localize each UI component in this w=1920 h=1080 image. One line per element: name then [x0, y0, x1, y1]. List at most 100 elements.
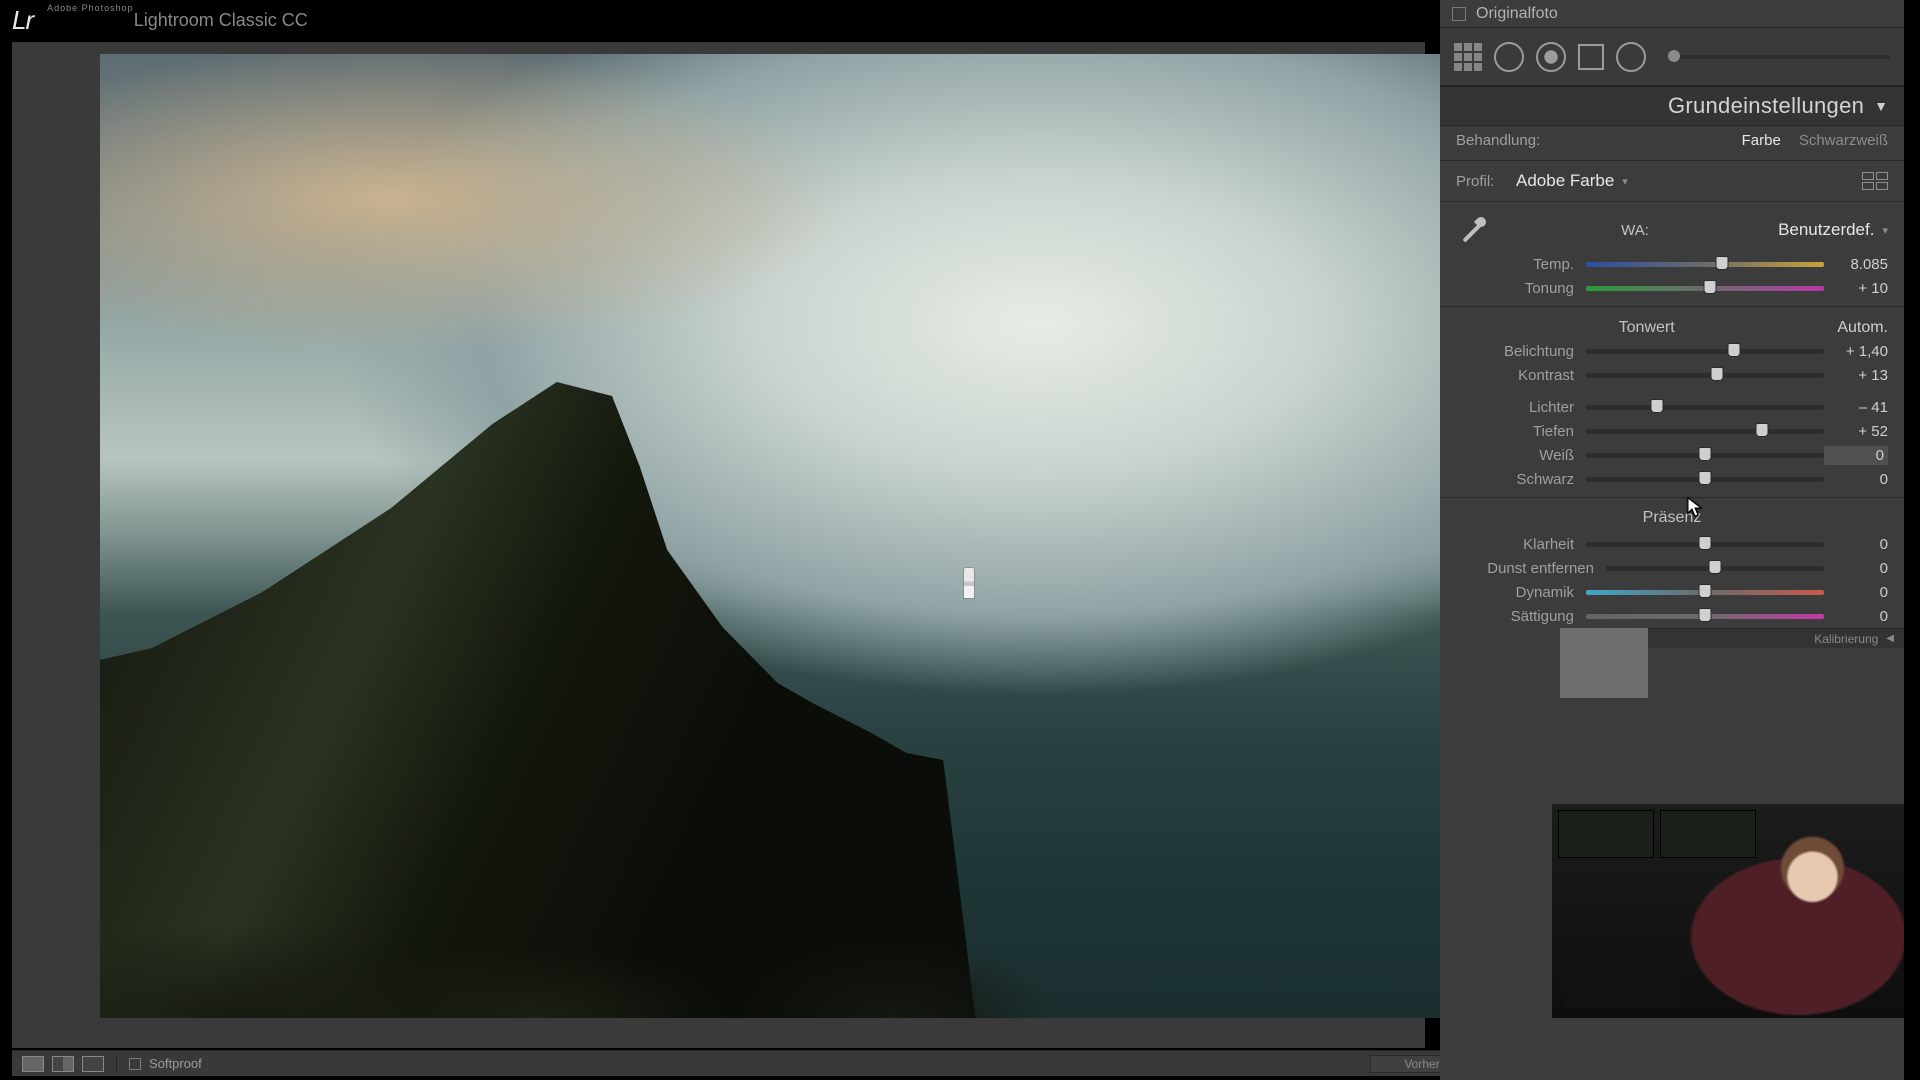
originalfoto-row: Originalfoto — [1440, 0, 1904, 28]
tint-slider[interactable] — [1586, 283, 1824, 293]
blacks-row: Schwarz 0 — [1440, 467, 1904, 491]
image-canvas[interactable] — [12, 42, 1425, 1048]
app-logo-icon: Lr — [12, 5, 33, 36]
view-survey-icon[interactable] — [82, 1056, 104, 1072]
vibrance-slider[interactable] — [1586, 587, 1824, 597]
vibrance-label: Dynamik — [1456, 584, 1586, 601]
canvas-footer: Softproof Vorherige Zurücksetzen — [12, 1050, 1628, 1076]
highlights-row: Lichter – 41 — [1440, 395, 1904, 419]
dropdown-icon: ▾ — [1882, 224, 1888, 237]
gradient-tool-icon[interactable] — [1578, 44, 1604, 70]
saturation-value[interactable]: 0 — [1824, 608, 1888, 625]
filmstrip-placeholder — [1560, 628, 1648, 698]
saturation-label: Sättigung — [1456, 608, 1586, 625]
contrast-slider[interactable] — [1586, 370, 1824, 380]
edited-photo[interactable] — [100, 54, 1544, 1018]
blacks-label: Schwarz — [1456, 471, 1586, 488]
dehaze-label: Dunst entfernen — [1456, 560, 1606, 577]
vibrance-value[interactable]: 0 — [1824, 584, 1888, 601]
app-title: Lightroom Classic CC — [134, 10, 308, 31]
whites-label: Weiß — [1456, 447, 1586, 464]
webcam-overlay — [1552, 804, 1904, 1018]
shadows-slider[interactable] — [1586, 426, 1824, 436]
whites-slider[interactable] — [1586, 450, 1824, 460]
tone-label: Tonwert — [1456, 319, 1837, 337]
highlights-slider[interactable] — [1586, 402, 1824, 412]
treatment-color[interactable]: Farbe — [1742, 132, 1781, 149]
tint-label: Tonung — [1456, 280, 1586, 297]
eyedropper-icon[interactable] — [1456, 212, 1492, 248]
shadows-label: Tiefen — [1456, 423, 1586, 440]
exposure-label: Belichtung — [1456, 343, 1586, 360]
treatment-label: Behandlung: — [1456, 132, 1540, 149]
originalfoto-label: Originalfoto — [1476, 5, 1558, 23]
whites-value[interactable]: 0 — [1824, 446, 1888, 465]
saturation-row: Sättigung 0 — [1440, 604, 1904, 628]
auto-button[interactable]: Autom. — [1837, 319, 1888, 337]
profile-row: Profil: Adobe Farbe ▾ — [1440, 167, 1904, 195]
tool-strip — [1440, 28, 1904, 86]
shadows-value[interactable]: + 52 — [1824, 423, 1888, 440]
presence-label: Präsenz — [1456, 509, 1888, 527]
collapse-icon: ◀ — [1886, 633, 1894, 644]
divider — [116, 1056, 117, 1072]
vibrance-row: Dynamik 0 — [1440, 580, 1904, 604]
calibration-header[interactable]: Kalibrierung ◀ — [1648, 628, 1904, 648]
contrast-row: Kontrast + 13 — [1440, 363, 1904, 387]
tint-row: Tonung + 10 — [1440, 276, 1904, 300]
temp-label: Temp. — [1456, 256, 1586, 273]
basic-section-header[interactable]: Grundeinstellungen ▼ — [1440, 86, 1904, 126]
contrast-label: Kontrast — [1456, 367, 1586, 384]
spot-removal-icon[interactable] — [1494, 42, 1524, 72]
photo-foreground — [100, 888, 1544, 1018]
app-pretitle: Adobe Photoshop — [47, 3, 134, 13]
dehaze-slider[interactable] — [1606, 563, 1824, 573]
temp-row: Temp. 8.085 — [1440, 252, 1904, 276]
highlights-value[interactable]: – 41 — [1824, 399, 1888, 416]
dropdown-icon: ▾ — [1622, 175, 1628, 188]
temp-value[interactable]: 8.085 — [1824, 256, 1888, 273]
wb-label: WA: — [1492, 222, 1778, 239]
exposure-slider[interactable] — [1586, 346, 1824, 356]
exposure-value[interactable]: + 1,40 — [1824, 343, 1888, 360]
softproof-label: Softproof — [149, 1056, 202, 1071]
profile-select[interactable]: Adobe Farbe ▾ — [1516, 171, 1628, 191]
shadows-row: Tiefen + 52 — [1440, 419, 1904, 443]
basic-section-title: Grundeinstellungen — [1668, 93, 1864, 119]
clarity-value[interactable]: 0 — [1824, 536, 1888, 553]
dehaze-row: Dunst entfernen 0 — [1440, 556, 1904, 580]
photo-lighthouse — [964, 568, 974, 598]
clarity-row: Klarheit 0 — [1440, 532, 1904, 556]
crop-tool-icon[interactable] — [1454, 43, 1482, 71]
exposure-row: Belichtung + 1,40 — [1440, 339, 1904, 363]
profile-value: Adobe Farbe — [1516, 171, 1614, 191]
tone-header-row: Tonwert Autom. — [1440, 313, 1904, 339]
collapse-icon[interactable]: ▼ — [1874, 98, 1888, 114]
treatment-bw[interactable]: Schwarzweiß — [1799, 132, 1888, 149]
dehaze-value[interactable]: 0 — [1824, 560, 1888, 577]
contrast-value[interactable]: + 13 — [1824, 367, 1888, 384]
softproof-checkbox[interactable] — [129, 1058, 141, 1070]
treatment-row: Behandlung: Farbe Schwarzweiß — [1440, 126, 1904, 154]
clarity-label: Klarheit — [1456, 536, 1586, 553]
blacks-value[interactable]: 0 — [1824, 471, 1888, 488]
saturation-slider[interactable] — [1586, 611, 1824, 621]
blacks-slider[interactable] — [1586, 474, 1824, 484]
whites-row: Weiß 0 — [1440, 443, 1904, 467]
wb-value: Benutzerdef. — [1778, 220, 1874, 240]
radial-tool-icon[interactable] — [1616, 42, 1646, 72]
view-compare-icon[interactable] — [52, 1056, 74, 1072]
tint-value[interactable]: + 10 — [1824, 280, 1888, 297]
presence-header: Präsenz — [1440, 504, 1904, 532]
originalfoto-checkbox[interactable] — [1452, 7, 1466, 21]
wb-select[interactable]: Benutzerdef. ▾ — [1778, 220, 1888, 240]
wb-row: WA: Benutzerdef. ▾ — [1440, 208, 1904, 252]
highlights-label: Lichter — [1456, 399, 1586, 416]
mask-amount-slider[interactable] — [1668, 55, 1890, 59]
clarity-slider[interactable] — [1586, 539, 1824, 549]
profile-label: Profil: — [1456, 173, 1516, 190]
profile-browser-icon[interactable] — [1862, 172, 1888, 190]
redeye-tool-icon[interactable] — [1536, 42, 1566, 72]
view-single-icon[interactable] — [22, 1056, 44, 1072]
temp-slider[interactable] — [1586, 259, 1824, 269]
